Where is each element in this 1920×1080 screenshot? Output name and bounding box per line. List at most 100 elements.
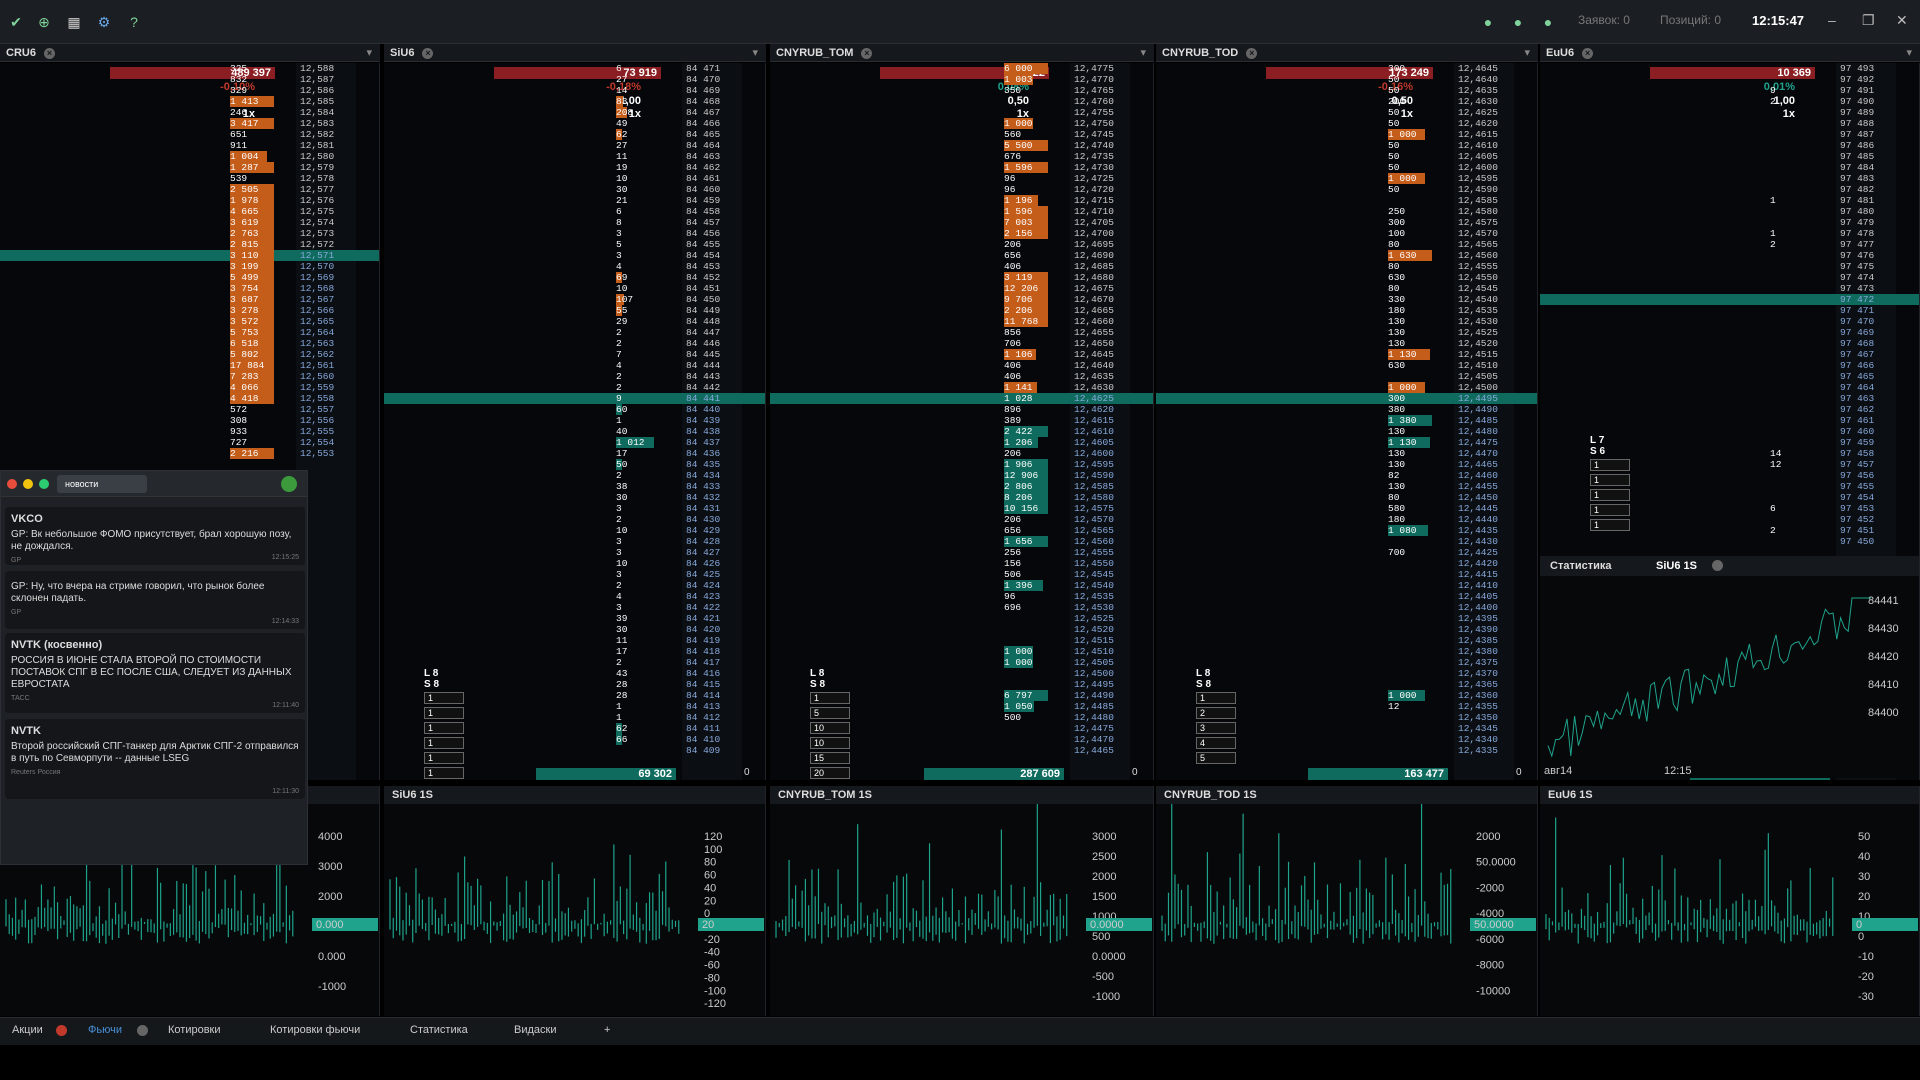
book-row[interactable]: 97 476 — [1540, 250, 1919, 261]
book-row[interactable]: 5 84 455 — [384, 239, 765, 250]
book-row[interactable]: 50 12,4620 — [1156, 118, 1537, 129]
book-row[interactable]: 1 413 12,585 — [0, 96, 379, 107]
book-row[interactable]: 97 465 — [1540, 371, 1919, 382]
queue-box[interactable]: 1 — [1590, 504, 1630, 516]
book-row[interactable]: 97 475 — [1540, 261, 1919, 272]
book-row[interactable]: 2 216 12,553 — [0, 448, 379, 459]
book-row[interactable]: 97 468 — [1540, 338, 1919, 349]
chart-panel-c4[interactable]: EuU6 1S50403020100-10-20-30авг1412:150 — [1540, 786, 1920, 1016]
order-book-siu6[interactable]: 73 919 -0,18% 1,00 1x 6 84 471 27 84 470 14 84 46… — [384, 63, 766, 780]
book-row[interactable]: 696 12,4530 — [770, 602, 1153, 613]
book-row[interactable]: 1 287 12,579 — [0, 162, 379, 173]
book-row[interactable]: 380 12,4490 — [1156, 404, 1537, 415]
book-row[interactable]: 1 596 12,4730 — [770, 162, 1153, 173]
book-row[interactable]: 2 84 424 — [384, 580, 765, 591]
minimize-dot-icon[interactable] — [23, 479, 33, 489]
book-row[interactable]: 3 84 428 — [384, 536, 765, 547]
book-row[interactable]: 12,4370 — [1156, 668, 1537, 679]
book-row[interactable]: 300 12,4645 — [1156, 63, 1537, 74]
book-row[interactable]: 97 482 — [1540, 184, 1919, 195]
book-row[interactable]: 17 84 418 — [384, 646, 765, 657]
book-row[interactable]: 130 12,4470 — [1156, 448, 1537, 459]
chart-header[interactable]: CNYRUB_TOM 1S — [770, 786, 1153, 804]
book-row[interactable]: 43 84 416 — [384, 668, 765, 679]
book-row[interactable]: 12,4585 — [1156, 195, 1537, 206]
book-row[interactable]: 206 12,4695 — [770, 239, 1153, 250]
book-row[interactable]: 1 106 12,4645 — [770, 349, 1153, 360]
book-row[interactable]: 6 84 471 — [384, 63, 765, 74]
close-icon[interactable] — [137, 1025, 148, 1036]
book-row[interactable]: 30 84 460 — [384, 184, 765, 195]
chevron-down-icon[interactable]: ▾ — [1906, 44, 1912, 62]
book-row[interactable]: 97 485 — [1540, 151, 1919, 162]
book-row[interactable]: 55 84 449 — [384, 305, 765, 316]
book-row[interactable]: 130 12,4455 — [1156, 481, 1537, 492]
book-row[interactable]: 12,4500 — [770, 668, 1153, 679]
book-row[interactable]: 1 906 12,4595 — [770, 459, 1153, 470]
book-row[interactable]: 2 84 430 — [384, 514, 765, 525]
book-row[interactable]: 97 488 — [1540, 118, 1919, 129]
queue-box[interactable]: 4 — [1196, 737, 1236, 749]
book-row[interactable]: 206 12,4600 — [770, 448, 1153, 459]
book-row[interactable]: 3 754 12,568 — [0, 283, 379, 294]
book-row[interactable]: 3 84 431 — [384, 503, 765, 514]
book-row[interactable]: 560 12,4745 — [770, 129, 1153, 140]
book-row[interactable]: 97 486 — [1540, 140, 1919, 151]
book-row[interactable]: 389 12,4615 — [770, 415, 1153, 426]
book-row[interactable]: 12,4400 — [1156, 602, 1537, 613]
book-row[interactable]: 250 12,4580 — [1156, 206, 1537, 217]
news-card[interactable]: NVTK (косвенно) РОССИЯ В ИЮНЕ СТАЛА ВТОРО… — [5, 633, 305, 713]
tab-akcii[interactable]: Акции — [12, 1024, 43, 1036]
book-row[interactable]: 97 450 — [1540, 536, 1919, 547]
book-row[interactable]: 30 84 420 — [384, 624, 765, 635]
queue-box[interactable]: 10 — [810, 737, 850, 749]
book-row[interactable]: 12,4365 — [1156, 679, 1537, 690]
book-row[interactable]: 506 12,4545 — [770, 569, 1153, 580]
book-row[interactable]: 2 84 447 — [384, 327, 765, 338]
book-row[interactable]: 50 12,4600 — [1156, 162, 1537, 173]
book-row[interactable]: 651 12,582 — [0, 129, 379, 140]
book-row[interactable]: 50 12,4610 — [1156, 140, 1537, 151]
book-row[interactable]: 246 12,584 — [0, 107, 379, 118]
book-row[interactable]: 1 000 12,4500 — [1156, 382, 1537, 393]
book-row[interactable]: 80 12,4450 — [1156, 492, 1537, 503]
book-row[interactable]: 1 97 481 — [1540, 195, 1919, 206]
book-row[interactable]: 19 84 462 — [384, 162, 765, 173]
book-row[interactable]: 97 484 — [1540, 162, 1919, 173]
chart-panel-c3[interactable]: CNYRUB_TOD 1S 2000 50.0000 -2000 -4000 -6000-… — [1156, 786, 1538, 1016]
book-row[interactable]: 29 84 448 — [384, 316, 765, 327]
book-row[interactable]: 97 470 — [1540, 316, 1919, 327]
book-row[interactable]: 1 028 12,4625 — [770, 393, 1153, 404]
book-row[interactable]: 329 12,586 — [0, 85, 379, 96]
orders-count[interactable]: Заявок: 0 — [1578, 13, 1630, 27]
book-row[interactable]: 97 461 — [1540, 415, 1919, 426]
book-row[interactable]: 1 000 12,4510 — [770, 646, 1153, 657]
book-row[interactable]: 12,4505 — [1156, 371, 1537, 382]
queue-box[interactable]: 1 — [424, 752, 464, 764]
book-row[interactable]: 1 000 12,4505 — [770, 657, 1153, 668]
book-row[interactable]: 3 619 12,574 — [0, 217, 379, 228]
queue-box[interactable]: 10 — [810, 722, 850, 734]
volume-chart[interactable]: 50403020100-10-20-30авг1412:150 — [1540, 804, 1920, 1016]
book-row[interactable]: 130 12,4530 — [1156, 316, 1537, 327]
stats-chart[interactable]: 84441 84430 84420 84410 84400 авг14 12:15 — [1540, 556, 1920, 778]
book-row[interactable]: 12,4380 — [1156, 646, 1537, 657]
book-row[interactable]: 6 518 12,563 — [0, 338, 379, 349]
book-row[interactable]: 832 12,587 — [0, 74, 379, 85]
book-row[interactable]: 656 12,4690 — [770, 250, 1153, 261]
add-icon[interactable]: ⊕ — [36, 14, 52, 30]
book-row[interactable]: 2 422 12,4610 — [770, 426, 1153, 437]
book-row[interactable]: 3 84 456 — [384, 228, 765, 239]
book-row[interactable]: 4 066 12,559 — [0, 382, 379, 393]
book-row[interactable]: 12,4430 — [1156, 536, 1537, 547]
book-row[interactable]: 30 84 432 — [384, 492, 765, 503]
add-tab-button[interactable]: + — [604, 1024, 610, 1036]
close-icon[interactable]: × — [43, 47, 55, 59]
book-row[interactable]: 21 84 459 — [384, 195, 765, 206]
book-row[interactable]: 4 418 12,558 — [0, 393, 379, 404]
book-row[interactable]: 330 12,4540 — [1156, 294, 1537, 305]
book-row[interactable]: 700 12,4425 — [1156, 547, 1537, 558]
book-row[interactable]: 14 84 469 — [384, 85, 765, 96]
panel-header-cnyrub_tom[interactable]: CNYRUB_TOM × ▾ — [770, 44, 1154, 62]
book-row[interactable]: 1 080 12,4435 — [1156, 525, 1537, 536]
